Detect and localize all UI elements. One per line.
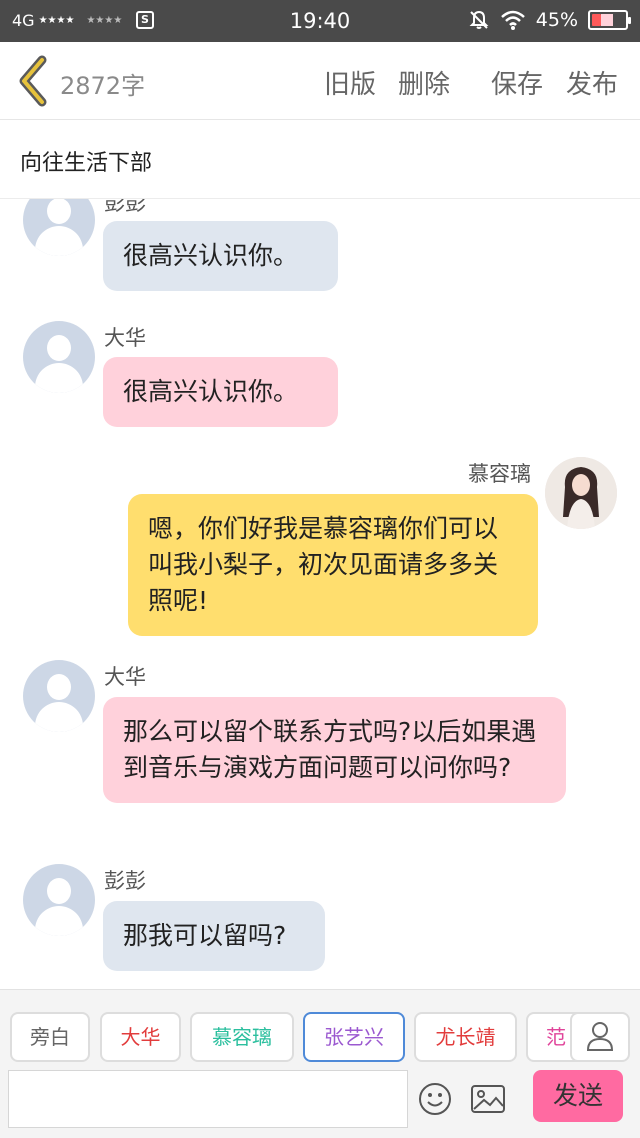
character-chip-label: 尤长靖 [435,1025,496,1049]
character-chip-label: 旁白 [30,1025,70,1049]
battery-level [592,14,601,26]
back-button[interactable] [12,54,56,108]
character-chip-label: 张艺兴 [324,1025,384,1049]
message-bubble[interactable]: 嗯，你们好我是慕容璃你们可以叫我小梨子，初次见面请多多关照呢! [128,494,538,636]
avatar-body [35,906,83,936]
sender-name: 彭彭 [104,869,146,893]
character-chip-label: 范 [546,1025,566,1049]
sender-name: 大华 [104,665,146,689]
sender-name: 大华 [104,326,146,350]
add-character-button[interactable] [570,1012,630,1062]
avatar[interactable] [23,199,95,256]
status-bar: 4G ★★★★ ★★★★ S 19:40 45% [0,0,640,42]
avatar-head [47,335,71,361]
battery-icon [588,10,631,30]
avatar[interactable] [23,660,95,732]
story-title-row[interactable]: 向往生活下部 [0,121,640,199]
chat-area[interactable]: 彭彭 很高兴认识你。 大华 很高兴认识你。 慕容璃 嗯，你们好我是慕容璃你们可以… [0,199,640,989]
message-input[interactable] [8,1070,408,1128]
avatar[interactable] [545,457,617,529]
image-button[interactable] [470,1082,506,1116]
person-icon [586,1022,614,1051]
avatar[interactable] [23,864,95,936]
character-chip-youzhangjing[interactable]: 尤长靖 [414,1012,517,1062]
emoji-button[interactable] [418,1082,452,1116]
image-icon [471,1085,505,1113]
battery-level-tail [601,14,613,26]
message-bubble[interactable]: 那我可以留吗? [103,901,325,971]
sender-name: 慕容璃 [468,462,531,486]
sender-name: 彭彭 [104,199,146,215]
character-chip-murongli[interactable]: 慕容璃 [190,1012,294,1062]
story-title: 向往生活下部 [20,151,153,176]
mute-bell-icon [469,10,489,29]
message-bubble[interactable]: 那么可以留个联系方式吗?以后如果遇到音乐与演戏方面问题可以问你吗? [103,697,566,803]
avatar-head [47,878,71,904]
avatar-head [47,199,71,224]
avatar-body [35,226,83,256]
character-chip-dahua[interactable]: 大华 [100,1012,181,1062]
status-right: 45% [468,9,631,31]
character-chip-label: 大华 [120,1025,161,1049]
message-bubble[interactable]: 很高兴认识你。 [103,221,338,291]
chat-editor-page: 4G ★★★★ ★★★★ S 19:40 45% 2872字 旧版 删除 保存 … [0,0,640,1138]
avatar-body [35,702,83,732]
character-chip-zhangyixing[interactable]: 张艺兴 [303,1012,405,1062]
battery-tip [628,17,631,24]
avatar[interactable] [23,321,95,393]
avatar-photo [545,457,617,529]
battery-percent: 45% [535,9,578,31]
chevron-left-icon [19,55,47,107]
character-chip-narrator[interactable]: 旁白 [10,1012,90,1062]
send-button[interactable]: 发送 [533,1070,623,1122]
word-count: 2872字 [60,72,146,100]
delete-button[interactable]: 删除 [398,64,450,101]
composer-panel: 旁白 大华 慕容璃 张艺兴 尤长靖 范 发送 [0,989,640,1138]
old-version-button[interactable]: 旧版 [324,64,376,101]
wifi-icon [500,10,525,30]
avatar-head [47,674,71,700]
avatar-body [35,363,83,393]
top-bar: 2872字 旧版 删除 保存 发布 [0,42,640,120]
character-chip-label: 慕容璃 [212,1025,272,1049]
message-bubble[interactable]: 很高兴认识你。 [103,357,338,427]
save-button[interactable]: 保存 [491,64,543,101]
publish-button[interactable]: 发布 [566,64,618,101]
emoji-icon [419,1083,451,1115]
